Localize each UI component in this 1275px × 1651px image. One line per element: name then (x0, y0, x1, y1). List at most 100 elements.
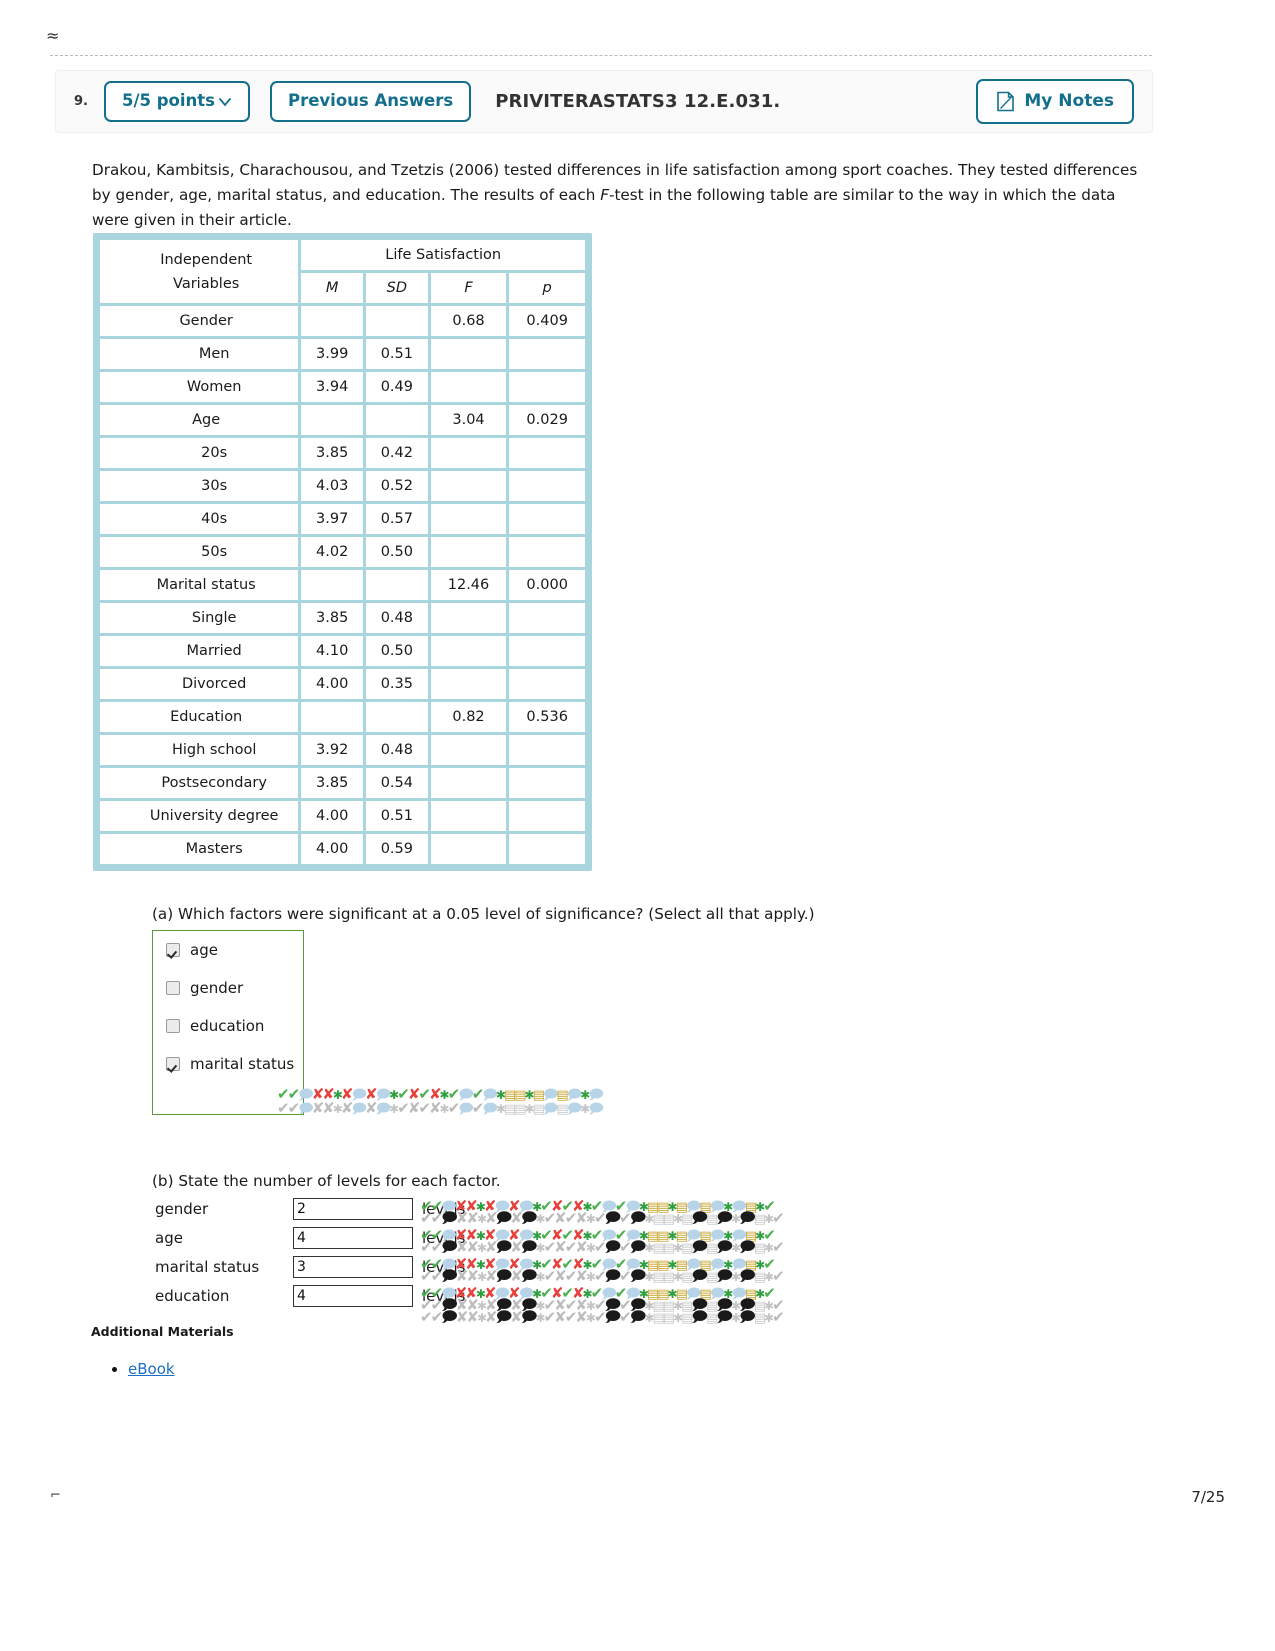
my-notes-button[interactable]: My Notes (976, 79, 1134, 124)
table-row: High school 3.92 0.48 (100, 735, 585, 765)
check-icon: ✔ (772, 1296, 785, 1314)
calculator-icon: ▤ (646, 1229, 659, 1244)
comment-bubble-icon: 🗩 (458, 1101, 473, 1117)
points-badge-button[interactable]: 5/5 points (104, 81, 250, 122)
row-label: 30s (100, 471, 299, 501)
levels-input-gender[interactable] (293, 1198, 413, 1220)
comment-bubble-icon: 🗩 (685, 1228, 701, 1244)
row-label: Gender (100, 306, 299, 336)
table-header-row-1: Independent Variables Life Satisfaction (100, 240, 585, 303)
check-icon: ✔ (590, 1226, 604, 1244)
star-icon: ✱ (475, 1200, 486, 1214)
part-b-question: (b) State the number of levels for each … (152, 1172, 501, 1190)
cross-icon: ✘ (428, 1099, 442, 1117)
cell-M: 4.00 (301, 834, 364, 864)
comment-bubble-icon: 🗩 (566, 1101, 582, 1117)
comment-bubble-icon: 🗩 (691, 1267, 708, 1285)
cross-icon: ✘ (575, 1296, 588, 1314)
checkbox-checked-icon[interactable] (166, 943, 180, 957)
check-icon: ✔ (763, 1197, 776, 1215)
cross-icon: ✘ (485, 1267, 498, 1285)
cell-p (509, 504, 585, 534)
checkbox-option-age[interactable]: age (153, 931, 303, 969)
checkbox-unchecked-icon[interactable] (166, 981, 180, 995)
check-icon: ✔ (397, 1099, 410, 1117)
ebook-link[interactable]: eBook (128, 1360, 175, 1378)
calculator-icon: ▤ (532, 1102, 545, 1117)
cross-icon: ✘ (483, 1255, 497, 1273)
cell-M: 4.00 (301, 669, 364, 699)
additional-materials-heading: Additional Materials (91, 1324, 234, 1339)
part-a-checkbox-group[interactable]: age gender education marital status (152, 930, 304, 1115)
checkbox-option-marital-status[interactable]: marital status (153, 1045, 303, 1083)
cell-SD (366, 570, 428, 600)
cross-icon: ✘ (554, 1296, 567, 1314)
checkbox-option-education[interactable]: education (153, 1007, 303, 1045)
checkbox-checked-icon[interactable] (166, 1057, 180, 1071)
check-icon: ✔ (564, 1238, 578, 1256)
cross-icon: ✘ (550, 1284, 564, 1302)
levels-input-age[interactable] (293, 1227, 413, 1249)
column-header-F: F (430, 273, 507, 303)
checkbox-label: education (190, 1017, 265, 1035)
star-icon: ✱ (582, 1287, 593, 1301)
cell-F: 12.46 (430, 570, 507, 600)
cross-icon: ✘ (554, 1308, 567, 1326)
comment-bubble-icon: 🗩 (375, 1101, 391, 1117)
checkbox-unchecked-icon[interactable] (166, 1019, 180, 1033)
star-icon: ✱ (476, 1299, 487, 1313)
cell-M: 3.99 (301, 339, 364, 369)
calculator-icon: ▤ (503, 1088, 516, 1103)
table-row: Age 3.04 0.029 (100, 405, 585, 435)
cell-M: 3.85 (301, 768, 364, 798)
calculator-icon: ▤ (753, 1270, 766, 1285)
check-icon: ✔ (561, 1255, 574, 1273)
page-indicator: 7/25 (1191, 1488, 1225, 1506)
cell-p (509, 603, 585, 633)
points-label: 5/5 points (122, 91, 215, 111)
star-icon: ✱ (731, 1311, 741, 1325)
star-icon: ✱ (535, 1241, 546, 1255)
grading-feedback-strip: ✔✔🗩✘✘✱✘🗩✘🗩✱✔✘✔✘✱✔🗩✔🗩✱▤▤✱▤🗩▤🗩✱🗩▤✱✔ (420, 1267, 785, 1285)
checkbox-option-gender[interactable]: gender (153, 969, 303, 1007)
row-label: Education (100, 702, 299, 732)
cell-p (509, 438, 585, 468)
calculator-icon: ▤ (662, 1241, 675, 1256)
check-icon: ✔ (590, 1255, 604, 1273)
comment-bubble-icon: 🗩 (495, 1308, 513, 1326)
prompt-line-1: Drakou, Kambitsis, Charachousou, and Tze… (92, 161, 1138, 179)
cell-p (509, 372, 585, 402)
star-icon: ✱ (673, 1241, 683, 1255)
cell-M: 3.94 (301, 372, 364, 402)
cell-F (430, 339, 507, 369)
comment-bubble-icon: 🗩 (604, 1267, 622, 1285)
comment-bubble-icon: 🗩 (685, 1257, 701, 1273)
cell-SD (366, 702, 428, 732)
cross-icon: ✘ (466, 1209, 479, 1227)
cross-icon: ✘ (407, 1085, 421, 1103)
column-header-SD: SD (366, 273, 428, 303)
cross-icon: ✘ (550, 1197, 564, 1215)
comment-bubble-icon: 🗩 (495, 1267, 513, 1285)
comment-bubble-icon: 🗩 (482, 1101, 497, 1117)
cross-icon: ✘ (466, 1267, 479, 1285)
comment-bubble-icon: 🗩 (441, 1308, 458, 1326)
table-row: Postsecondary 3.85 0.54 (100, 768, 585, 798)
star-icon: ✱ (582, 1258, 593, 1272)
star-icon: ✱ (535, 1270, 546, 1284)
comment-bubble-icon: 🗩 (518, 1286, 534, 1302)
table-row: University degree 4.00 0.51 (100, 801, 585, 831)
cell-M: 4.00 (301, 801, 364, 831)
comment-bubble-icon: 🗩 (494, 1286, 510, 1302)
check-icon: ✔ (543, 1209, 557, 1227)
levels-input-marital-status[interactable] (293, 1256, 413, 1278)
comment-bubble-icon: 🗩 (494, 1199, 510, 1215)
comment-bubble-icon: 🗩 (685, 1286, 701, 1302)
levels-input-education[interactable] (293, 1285, 413, 1307)
cross-icon: ✘ (365, 1085, 378, 1103)
grading-feedback-strip: ✔✔🗩✘✘✱✘🗩✘🗩✱✔✘✔✘✱✔🗩✔🗩✱▤▤✱▤🗩▤🗩✱🗩▤✱✔ (420, 1296, 785, 1314)
previous-answers-button[interactable]: Previous Answers (270, 81, 472, 122)
calculator-icon: ▤ (744, 1200, 757, 1215)
star-icon: ✱ (638, 1229, 649, 1243)
levels-word: levels (422, 1229, 466, 1247)
